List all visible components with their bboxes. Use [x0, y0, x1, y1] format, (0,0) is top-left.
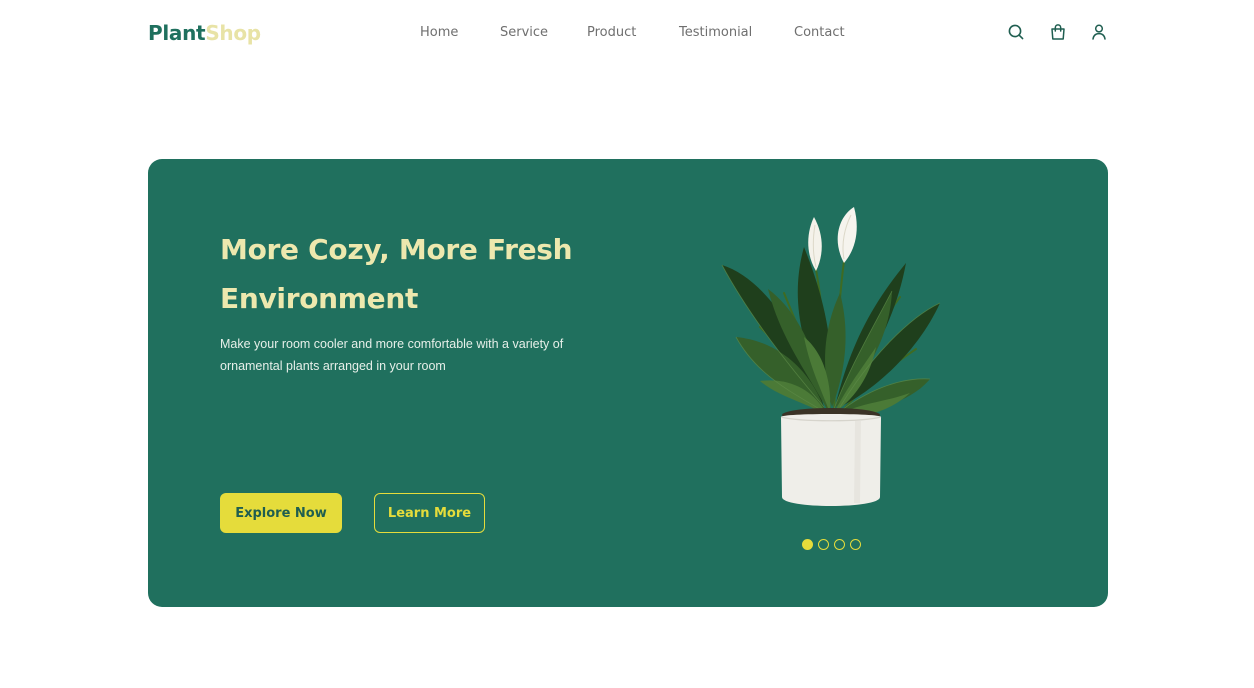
hero-plant-image	[720, 207, 944, 513]
nav-link-contact[interactable]: Contact	[794, 24, 845, 42]
slide-dot-3[interactable]	[834, 539, 845, 550]
nav-link-service[interactable]: Service	[500, 24, 548, 42]
learn-more-button[interactable]: Learn More	[374, 493, 485, 533]
nav-link-testimonial[interactable]: Testimonial	[679, 24, 752, 42]
nav-link-product[interactable]: Product	[587, 24, 636, 42]
hero-subtitle: Make your room cooler and more comfortab…	[220, 337, 564, 373]
shopping-bag-icon[interactable]	[1049, 23, 1067, 41]
explore-now-button[interactable]: Explore Now	[220, 493, 342, 533]
hero-title: More Cozy, More Fresh Environment	[220, 233, 573, 315]
slide-dot-1[interactable]	[802, 539, 813, 550]
hero-banner: More Cozy, More Fresh Environment Make y…	[148, 159, 1108, 607]
nav-link-home[interactable]: Home	[420, 24, 458, 42]
slide-dot-2[interactable]	[818, 539, 829, 550]
slider-pagination	[802, 539, 866, 551]
search-icon[interactable]	[1007, 23, 1025, 41]
user-icon[interactable]	[1090, 23, 1108, 41]
slide-dot-4[interactable]	[850, 539, 861, 550]
